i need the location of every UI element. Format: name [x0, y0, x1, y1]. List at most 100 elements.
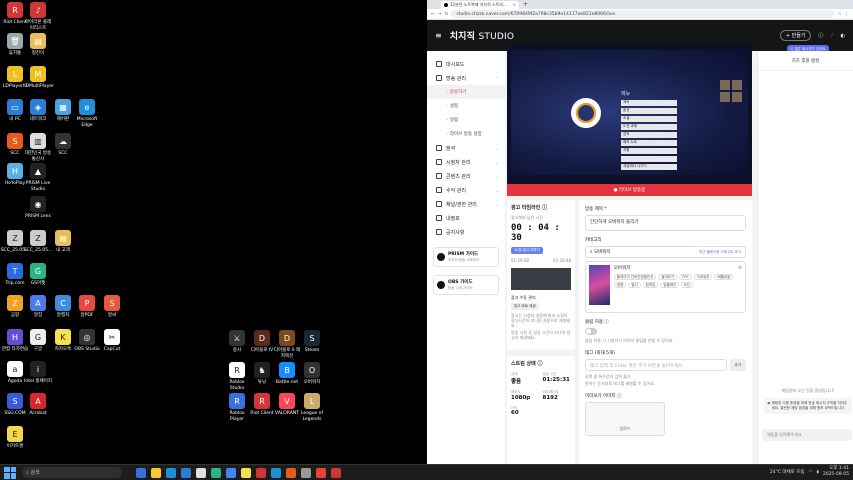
nav-item[interactable]: 공지사항: [427, 225, 505, 239]
stream-status-card: 스트림 상태 ⓘ 상태 좋음 방송 시간 01:25:31 해상도 1080p 비트레이트 8…: [507, 356, 575, 464]
taskbar-app-icon[interactable]: [226, 467, 236, 478]
nav-subitem[interactable]: · 설정: [427, 99, 505, 113]
hamburger-icon[interactable]: ≡: [435, 31, 442, 40]
desktop-icon[interactable]: G GS마켓: [23, 263, 53, 287]
desktop-icon[interactable]: ☁ SCC: [48, 133, 78, 157]
taskbar-app-icon[interactable]: [331, 467, 341, 478]
title-label: 방송 제목 *: [585, 207, 607, 212]
taskbar-search-placeholder: 검색: [30, 470, 40, 476]
taskbar-app-icon[interactable]: [166, 467, 176, 478]
weather-text[interactable]: 24°C 대체로 흐림: [770, 469, 805, 475]
desktop-icon[interactable]: O 오버워치: [297, 362, 327, 386]
app-icon: A: [30, 393, 46, 409]
taskbar-app-icon[interactable]: [181, 467, 191, 478]
desktop-icon[interactable]: ▲ PRISM Live Studio: [23, 163, 53, 192]
desktop-icon[interactable]: M LDMultiPlayer: [23, 66, 54, 90]
guide-promo[interactable]: OBS 가이드 방송 시작 가이드: [433, 275, 499, 295]
desktop-icon-label: Acrobat: [29, 411, 47, 416]
reload-icon[interactable]: ↻: [445, 12, 449, 17]
star-icon[interactable]: ☆: [837, 12, 841, 17]
category-search[interactable]: ⌕ 오버워치 최근 플레이한 카테고리 추가: [585, 246, 746, 258]
nav-item[interactable]: 수익 관리 ⌄: [427, 183, 505, 197]
taskbar-app-icon[interactable]: [211, 467, 221, 478]
game-menu-title: 메뉴: [621, 91, 631, 97]
stat-value: 1080p: [511, 395, 531, 401]
desktop-icon[interactable]: ▤ 정진이: [23, 33, 53, 57]
app-icon: E: [7, 426, 23, 442]
nav-subitem[interactable]: · 방송하기: [427, 85, 505, 99]
remove-category-icon[interactable]: ⊗: [738, 265, 742, 309]
tags-add-button[interactable]: 추가: [729, 359, 746, 371]
url-input[interactable]: studio.chzzk.naver.com/6709849f2a798c35b…: [451, 10, 835, 18]
desktop-icon[interactable]: S 알씨: [97, 295, 127, 319]
desktop-icon[interactable]: E 이지트랜: [0, 426, 30, 450]
category-cover: [589, 265, 610, 305]
tags-placeholder: 태그 입력 후 Enter 혹은 추가 버튼을 눌러주세요: [590, 364, 683, 369]
back-icon[interactable]: ←: [431, 12, 435, 17]
guide-promo[interactable]: PRISM 가이드 치지직 방송 시작하기: [433, 247, 499, 267]
taskbar-app-icon[interactable]: [286, 467, 296, 478]
desktop-icon[interactable]: ▤ 내 고객: [48, 230, 78, 254]
live-status-bar[interactable]: ● 라이브 방송중: [507, 184, 752, 196]
desktop-icon[interactable]: e Microsoft Edge: [72, 99, 102, 128]
nav-subitem[interactable]: · 라이브 방송 설정: [427, 127, 505, 141]
app-icon: ▭: [7, 99, 23, 115]
volume-icon[interactable]: ◖: [816, 470, 818, 475]
avatar[interactable]: ◐: [841, 33, 845, 39]
taskbar-app-icon[interactable]: [271, 467, 281, 478]
thumbnail-upload[interactable]: 업로드: [585, 402, 665, 436]
create-button[interactable]: + 만들기: [779, 30, 812, 41]
desktop-icon[interactable]: ◉ PRISM Lens: [23, 196, 53, 220]
ad-timeline-bar[interactable]: [511, 268, 571, 290]
app-icon: Z: [7, 295, 23, 311]
play-ad-button[interactable]: 광고 바로 재생: [511, 303, 539, 310]
taskbar-app-icon[interactable]: [196, 467, 206, 478]
close-tab-icon[interactable]: ×: [513, 2, 516, 7]
nav-label: 내정보: [446, 215, 460, 222]
app-icon: ▤: [55, 230, 71, 246]
nav-label: 대시보드: [446, 61, 465, 68]
taskbar-app-icon[interactable]: [301, 467, 311, 478]
clock[interactable]: 오후 1:41 2025-08-05: [823, 466, 849, 478]
desktop-icon[interactable]: i Intel 홈페이지: [23, 361, 53, 385]
studio-logo[interactable]: 치지직 STUDIO: [450, 29, 514, 42]
menu-dots-icon[interactable]: ⋮: [845, 12, 850, 17]
desktop-icon[interactable]: A Acrobat: [23, 393, 53, 417]
help-icon[interactable]: ⓘ: [818, 32, 823, 39]
forward-icon[interactable]: →: [438, 12, 442, 17]
timeline-time-start: 01:29:38: [511, 258, 529, 263]
nav-item[interactable]: 내정보: [427, 211, 505, 225]
nav-item[interactable]: 분석 ⌄: [427, 141, 505, 155]
desktop-icon[interactable]: S Steam: [297, 330, 327, 354]
desktop-icon[interactable]: L League of Legends: [297, 393, 327, 422]
nav-subitem[interactable]: · 알림: [427, 113, 505, 127]
taskbar-search[interactable]: ⌕ 검색: [22, 467, 122, 478]
chat-tabs[interactable]: 치즈 후원 랭킹: [758, 51, 853, 71]
stream-preview[interactable]: 메뉴 계속 옵션 소셜 도전 과제 업적 패치 노트 지원 게임에서 나가기 ● 라이브 방송…: [507, 44, 752, 196]
category-add-button[interactable]: 최근 플레이한 카테고리 추가: [699, 250, 741, 255]
taskbar-app-icon[interactable]: [256, 467, 266, 478]
desktop-icon[interactable]: ♪ 마이리본 플레이리스트: [23, 2, 53, 31]
desktop-icon-label: Microsoft Edge: [76, 117, 98, 128]
browser-tab[interactable]: 12분전 노트북에 치지직 스트리... ×: [441, 0, 519, 9]
bell-icon[interactable]: ♪: [830, 33, 833, 39]
taskbar-app-icon[interactable]: [136, 467, 146, 478]
wifi-icon[interactable]: ◠: [809, 470, 813, 475]
delay-ad-button[interactable]: 10분 광고 미루기: [511, 247, 543, 254]
nav-item[interactable]: 채널/권한 관리 ⌄: [427, 197, 505, 211]
tags-input[interactable]: 태그 입력 후 Enter 혹은 추가 버튼을 눌러주세요: [585, 359, 727, 371]
nav-item[interactable]: 대시보드: [427, 57, 505, 71]
nav-item[interactable]: 시청자 관리 ⌄: [427, 155, 505, 169]
taskbar-app-icon[interactable]: [241, 467, 251, 478]
start-button[interactable]: [4, 466, 16, 479]
taskbar-app-icon[interactable]: [151, 467, 161, 478]
new-tab-button[interactable]: +: [523, 1, 528, 8]
nav-item[interactable]: 방송 관리 ⌃: [427, 71, 505, 85]
app-icon: R: [229, 393, 245, 409]
desktop-icon[interactable]: ✂ CapCut: [97, 329, 127, 353]
clip-toggle[interactable]: [585, 328, 597, 335]
chat-input[interactable]: 채팅을 입력해주세요: [762, 429, 852, 441]
nav-item[interactable]: 콘텐츠 관리 ⌄: [427, 169, 505, 183]
title-input[interactable]: 간단하게 오버워치 돌리기: [585, 215, 746, 231]
taskbar-app-icon[interactable]: [316, 467, 326, 478]
